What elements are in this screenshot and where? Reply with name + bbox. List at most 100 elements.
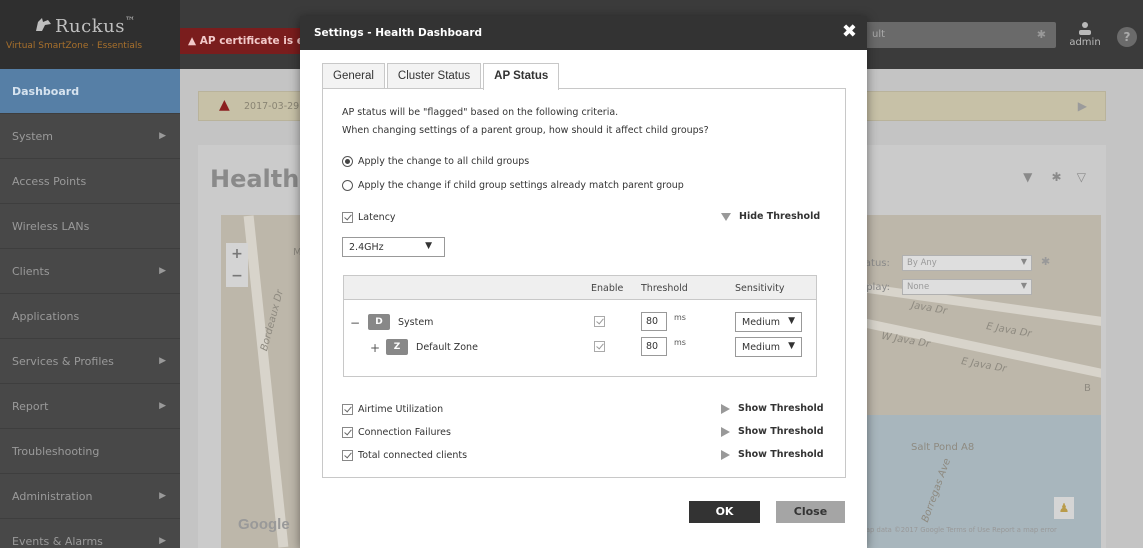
- airtime-checkbox[interactable]: Airtime Utilization: [342, 404, 443, 415]
- dialog-header: Settings - Health Dashboard ✖: [300, 16, 867, 50]
- sidebar-item-administration[interactable]: Administration ▶: [0, 474, 180, 519]
- chevron-down-icon: ▼: [425, 241, 432, 251]
- close-button[interactable]: Close: [776, 501, 845, 523]
- play-icon[interactable]: ▶: [1078, 99, 1087, 113]
- checkbox-checked[interactable]: [342, 404, 353, 415]
- band-select[interactable]: 2.4GHz ▼: [342, 237, 445, 257]
- radio-button-selected[interactable]: [342, 156, 353, 167]
- map-copyright: Map data ©2017 Google Terms of Use Repor…: [860, 526, 1057, 534]
- gear-icon[interactable]: ✱: [1041, 255, 1050, 268]
- settings-dialog: Settings - Health Dashboard ✖ General Cl…: [300, 16, 867, 548]
- street-view-pegman-icon[interactable]: ♟: [1054, 497, 1074, 519]
- user-label: admin: [1069, 37, 1101, 48]
- map-road: [243, 215, 289, 548]
- table-header: Enable Threshold Sensitivity: [344, 276, 816, 300]
- show-threshold-toggle[interactable]: Show Threshold: [721, 449, 824, 460]
- chevron-right-icon: ▶: [159, 536, 166, 546]
- sidebar-item-events-alarms[interactable]: Events & Alarms ▶: [0, 519, 180, 548]
- ap-status-panel: AP status will be "flagged" based on the…: [322, 88, 846, 478]
- map-label: E Java Dr: [985, 321, 1033, 340]
- tab-ap-status[interactable]: AP Status: [483, 63, 560, 90]
- row-name: Default Zone: [416, 342, 478, 353]
- chevron-down-icon: ▼: [1020, 257, 1027, 266]
- row-name: System: [398, 317, 434, 328]
- sidebar-item-dashboard[interactable]: Dashboard: [0, 69, 180, 114]
- col-enable: Enable: [591, 283, 624, 294]
- triangle-right-icon: [721, 449, 730, 460]
- sidebar-item-clients[interactable]: Clients ▶: [0, 249, 180, 294]
- user-menu[interactable]: admin: [1061, 18, 1109, 58]
- alert-text: AP certificate is e: [199, 35, 304, 47]
- hide-threshold-toggle[interactable]: Hide Threshold: [721, 211, 820, 222]
- enable-checkbox[interactable]: [594, 341, 605, 352]
- chevron-down-icon: ▼: [1020, 281, 1027, 290]
- radio-apply-if-match[interactable]: Apply the change if child group settings…: [342, 180, 684, 191]
- threshold-input[interactable]: 80: [641, 337, 667, 356]
- sidebar-item-wireless-lans[interactable]: Wireless LANs: [0, 204, 180, 249]
- brand-subtitle: Virtual SmartZone · Essentials: [6, 41, 143, 51]
- sidebar-item-troubleshooting[interactable]: Troubleshooting: [0, 429, 180, 474]
- sensitivity-select[interactable]: Medium ▼: [735, 312, 802, 332]
- certificate-alert[interactable]: ▲ AP certificate is e: [180, 28, 305, 54]
- google-logo: Google: [238, 516, 290, 533]
- triangle-right-icon: [721, 426, 730, 437]
- card-tools: ▼ ✱ ▽: [1023, 170, 1086, 184]
- search-text: ult: [872, 29, 886, 40]
- status-filter-select[interactable]: By Any ▼: [902, 255, 1032, 271]
- radio-button[interactable]: [342, 180, 353, 191]
- sidebar-item-system[interactable]: System ▶: [0, 114, 180, 159]
- triangle-down-icon: [721, 212, 731, 221]
- sensitivity-select[interactable]: Medium ▼: [735, 337, 802, 357]
- map-label: Salt Pond A8: [911, 442, 975, 453]
- map-label: B: [1084, 383, 1091, 394]
- chevron-right-icon: ▶: [159, 356, 166, 366]
- enable-checkbox[interactable]: [594, 316, 605, 327]
- threshold-input[interactable]: 80: [641, 312, 667, 331]
- sidebar: Dashboard System ▶ Access Points Wireless…: [0, 69, 180, 548]
- sidebar-item-report[interactable]: Report ▶: [0, 384, 180, 429]
- col-threshold: Threshold: [641, 283, 688, 294]
- latency-label: Latency: [358, 212, 396, 223]
- tab-cluster-status[interactable]: Cluster Status: [386, 63, 482, 89]
- close-icon[interactable]: ✖: [842, 21, 857, 43]
- threshold-table: Enable Threshold Sensitivity − D System …: [343, 275, 817, 377]
- tab-general[interactable]: General: [322, 63, 385, 89]
- sidebar-item-applications[interactable]: Applications: [0, 294, 180, 339]
- zoom-out-button[interactable]: −: [226, 265, 248, 287]
- brand-area: Ruckus™ Virtual SmartZone · Essentials: [0, 0, 180, 69]
- radio-apply-if-match-label: Apply the change if child group settings…: [358, 180, 684, 191]
- latency-checkbox[interactable]: Latency: [342, 212, 396, 223]
- display-filter-select[interactable]: None ▼: [902, 279, 1032, 295]
- gear-icon[interactable]: ✱: [1037, 28, 1046, 41]
- col-sensitivity: Sensitivity: [735, 283, 785, 294]
- page-title: Health: [210, 165, 300, 193]
- user-icon: [1079, 22, 1091, 35]
- show-threshold-toggle[interactable]: Show Threshold: [721, 403, 824, 414]
- checkbox-checked[interactable]: [342, 212, 353, 223]
- connection-failures-checkbox[interactable]: Connection Failures: [342, 427, 451, 438]
- total-clients-checkbox[interactable]: Total connected clients: [342, 450, 467, 461]
- search-input[interactable]: ult ✱: [838, 22, 1056, 48]
- zoom-in-button[interactable]: +: [226, 243, 248, 265]
- warning-icon: ▲: [188, 35, 197, 47]
- radio-apply-all[interactable]: Apply the change to all child groups: [342, 156, 529, 167]
- sidebar-item-services-profiles[interactable]: Services & Profiles ▶: [0, 339, 180, 384]
- checkbox-checked[interactable]: [342, 427, 353, 438]
- show-threshold-toggle[interactable]: Show Threshold: [721, 426, 824, 437]
- filter-icon[interactable]: ▽: [1077, 170, 1086, 184]
- sidebar-item-access-points[interactable]: Access Points: [0, 159, 180, 204]
- chevron-right-icon: ▶: [159, 491, 166, 501]
- unit-label: ms: [674, 338, 686, 347]
- help-icon[interactable]: ?: [1117, 27, 1137, 47]
- checkbox-checked[interactable]: [342, 450, 353, 461]
- gear-icon[interactable]: ✱: [1051, 170, 1061, 184]
- chevron-down-icon[interactable]: ▼: [1023, 170, 1032, 184]
- brand-logo: Ruckus™: [55, 16, 136, 37]
- dialog-title: Settings - Health Dashboard: [314, 27, 483, 39]
- ruckus-dog-logo-icon: [36, 18, 51, 31]
- warning-icon: ▲: [219, 97, 230, 113]
- ok-button[interactable]: OK: [689, 501, 760, 523]
- expand-icon[interactable]: +: [370, 341, 380, 355]
- collapse-icon[interactable]: −: [350, 316, 360, 330]
- chevron-right-icon: ▶: [159, 266, 166, 276]
